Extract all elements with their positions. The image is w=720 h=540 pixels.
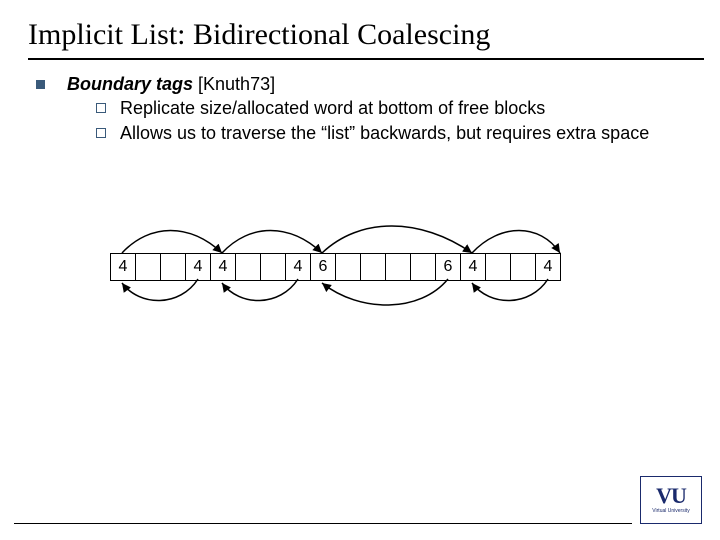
block-cell: 4 xyxy=(286,254,311,280)
main-bullet-text: Boundary tags [Knuth73] xyxy=(67,74,275,95)
footer-line xyxy=(14,523,632,524)
block-cell: 4 xyxy=(211,254,236,280)
block-cell: 6 xyxy=(311,254,336,280)
block-diagram: 4 4 4 4 6 6 4 4 xyxy=(110,215,630,315)
logo-subtext: Virtual University xyxy=(652,508,689,514)
block-cell xyxy=(136,254,161,280)
memory-block-row: 4 4 4 4 6 6 4 4 xyxy=(110,253,561,281)
citation-text: [Knuth73] xyxy=(193,74,275,94)
sub-bullet-row: Replicate size/allocated word at bottom … xyxy=(96,97,696,120)
open-square-bullet-icon xyxy=(96,128,106,138)
block-cell: 4 xyxy=(461,254,486,280)
boundary-tags-label: Boundary tags xyxy=(67,74,193,94)
block-cell xyxy=(161,254,186,280)
block-cell: 6 xyxy=(436,254,461,280)
block-cell xyxy=(411,254,436,280)
content-area: Boundary tags [Knuth73] Replicate size/a… xyxy=(0,60,720,144)
block-cell: 4 xyxy=(186,254,211,280)
block-cell xyxy=(336,254,361,280)
block-cell: 4 xyxy=(536,254,561,280)
bullet-row: Boundary tags [Knuth73] xyxy=(36,74,696,95)
block-cell: 4 xyxy=(111,254,136,280)
sub-bullet-row: Allows us to traverse the “list” backwar… xyxy=(96,122,696,145)
block-cell xyxy=(386,254,411,280)
square-bullet-icon xyxy=(36,80,45,89)
sub-bullet-text: Replicate size/allocated word at bottom … xyxy=(120,97,545,120)
logo-text: VU xyxy=(656,486,686,506)
vu-logo: VU Virtual University xyxy=(640,476,702,524)
block-cell xyxy=(361,254,386,280)
block-cell xyxy=(236,254,261,280)
sub-bullet-text: Allows us to traverse the “list” backwar… xyxy=(120,122,649,145)
open-square-bullet-icon xyxy=(96,103,106,113)
block-cell xyxy=(261,254,286,280)
block-cell xyxy=(486,254,511,280)
slide-title: Implicit List: Bidirectional Coalescing xyxy=(0,0,720,58)
block-cell xyxy=(511,254,536,280)
sub-bullet-list: Replicate size/allocated word at bottom … xyxy=(96,97,696,144)
